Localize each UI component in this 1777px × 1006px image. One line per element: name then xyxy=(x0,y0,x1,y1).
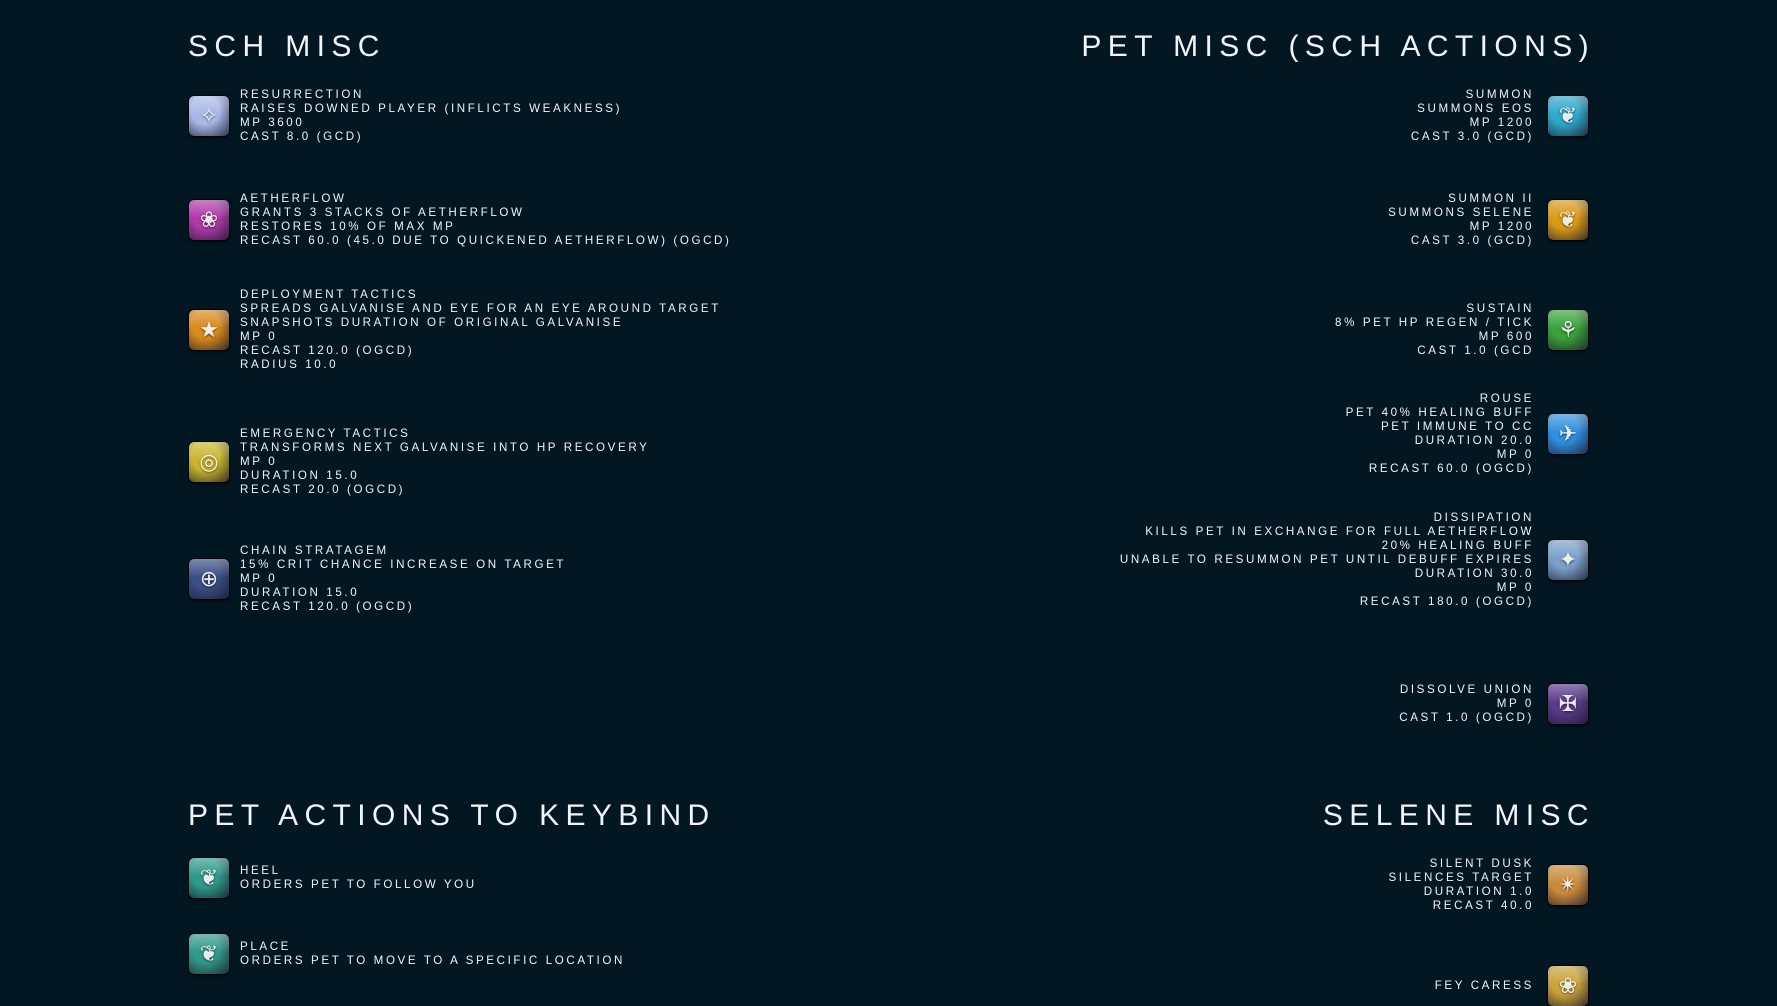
ability-detail-line: SILENCES TARGET xyxy=(1388,871,1534,884)
ability-silent-dusk: ✴ SILENT DUSK SILENCES TARGET DURATION 1.0 R… xyxy=(1388,857,1588,913)
pet-actions-list: ❦ HEEL ORDERS PET TO FOLLOW YOU ❦ PLACE ORDER… xyxy=(189,0,889,1000)
ability-name: SILENT DUSK xyxy=(1429,857,1534,870)
ability-detail-line: RECAST 40.0 xyxy=(1432,899,1534,912)
heel-icon: ❦ xyxy=(189,858,229,898)
ability-text: FEY CARESS xyxy=(1435,979,1534,993)
ability-heel: ❦ HEEL ORDERS PET TO FOLLOW YOU xyxy=(189,858,477,898)
selene-misc-list: ✴ SILENT DUSK SILENCES TARGET DURATION 1.0 R… xyxy=(788,0,1588,1006)
ability-fey-caress: ❀ FEY CARESS xyxy=(1435,966,1588,1006)
ability-detail-line: DURATION 1.0 xyxy=(1423,885,1534,898)
ability-detail-line: ORDERS PET TO FOLLOW YOU xyxy=(240,878,477,891)
ability-text: SILENT DUSK SILENCES TARGET DURATION 1.0 RE… xyxy=(1388,857,1534,913)
ability-text: HEEL ORDERS PET TO FOLLOW YOU xyxy=(240,864,477,892)
ability-name: FEY CARESS xyxy=(1434,979,1534,992)
ability-name: HEEL xyxy=(240,864,281,877)
ability-name: PLACE xyxy=(240,940,292,953)
ability-text: PLACE ORDERS PET TO MOVE TO A SPECIFIC LO… xyxy=(240,940,625,968)
silent-dusk-icon: ✴ xyxy=(1548,865,1588,905)
ability-place: ❦ PLACE ORDERS PET TO MOVE TO A SPECIFIC L… xyxy=(189,934,625,974)
place-icon: ❦ xyxy=(189,934,229,974)
fey-caress-icon: ❀ xyxy=(1548,966,1588,1006)
ability-detail-line: ORDERS PET TO MOVE TO A SPECIFIC LOCATIO… xyxy=(240,954,625,967)
